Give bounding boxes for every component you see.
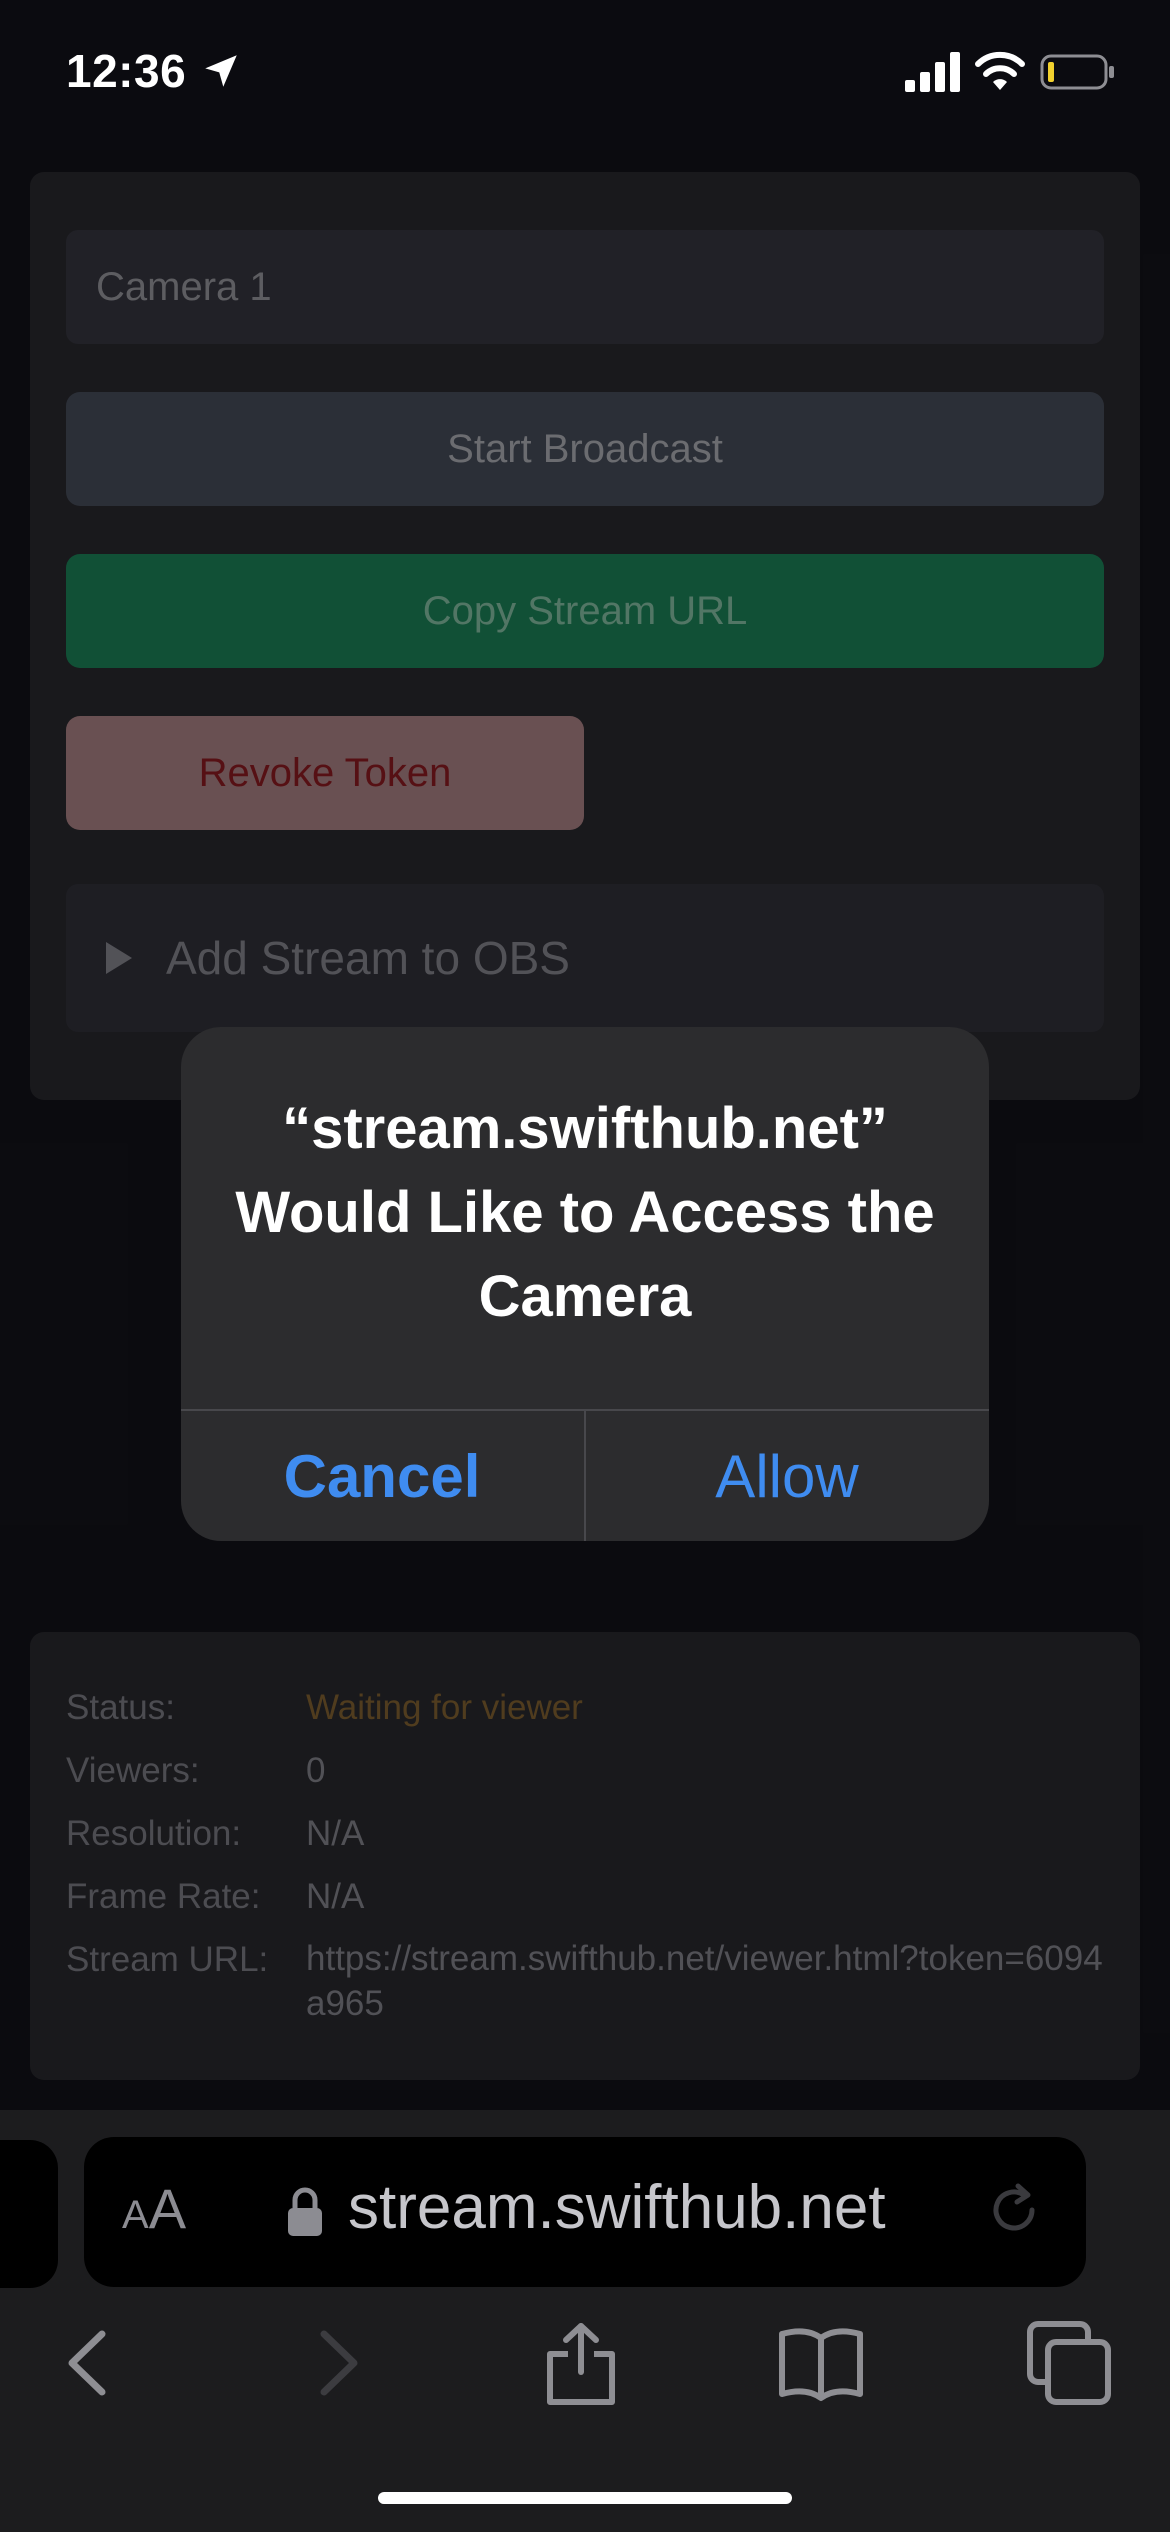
tabs-icon[interactable] — [1024, 2318, 1114, 2408]
back-icon[interactable] — [44, 2318, 134, 2408]
reload-icon[interactable] — [984, 2180, 1044, 2240]
text-size-button[interactable]: AA — [122, 2176, 186, 2241]
camera-permission-alert: “stream.swifthub.net” Would Like to Acce… — [181, 1027, 989, 1541]
battery-icon — [1040, 54, 1114, 90]
alert-title: “stream.swifthub.net” Would Like to Acce… — [235, 1096, 935, 1329]
aa-small-letter: A — [122, 2193, 149, 2237]
allow-button[interactable]: Allow — [586, 1411, 988, 1541]
previous-tab-peek[interactable] — [0, 2140, 58, 2288]
home-indicator — [378, 2492, 792, 2504]
forward-icon[interactable] — [292, 2318, 382, 2408]
aa-big-letter: A — [148, 2177, 187, 2240]
bookmarks-icon[interactable] — [776, 2318, 866, 2408]
share-icon[interactable] — [536, 2318, 626, 2408]
wifi-icon — [975, 51, 1025, 90]
location-arrow-icon — [205, 55, 237, 87]
lock-icon — [288, 2187, 322, 2236]
url-text[interactable]: stream.swifthub.net — [348, 2172, 886, 2243]
status-time: 12:36 — [66, 45, 187, 97]
cancel-button[interactable]: Cancel — [181, 1411, 583, 1541]
cellular-signal-icon — [905, 52, 960, 92]
